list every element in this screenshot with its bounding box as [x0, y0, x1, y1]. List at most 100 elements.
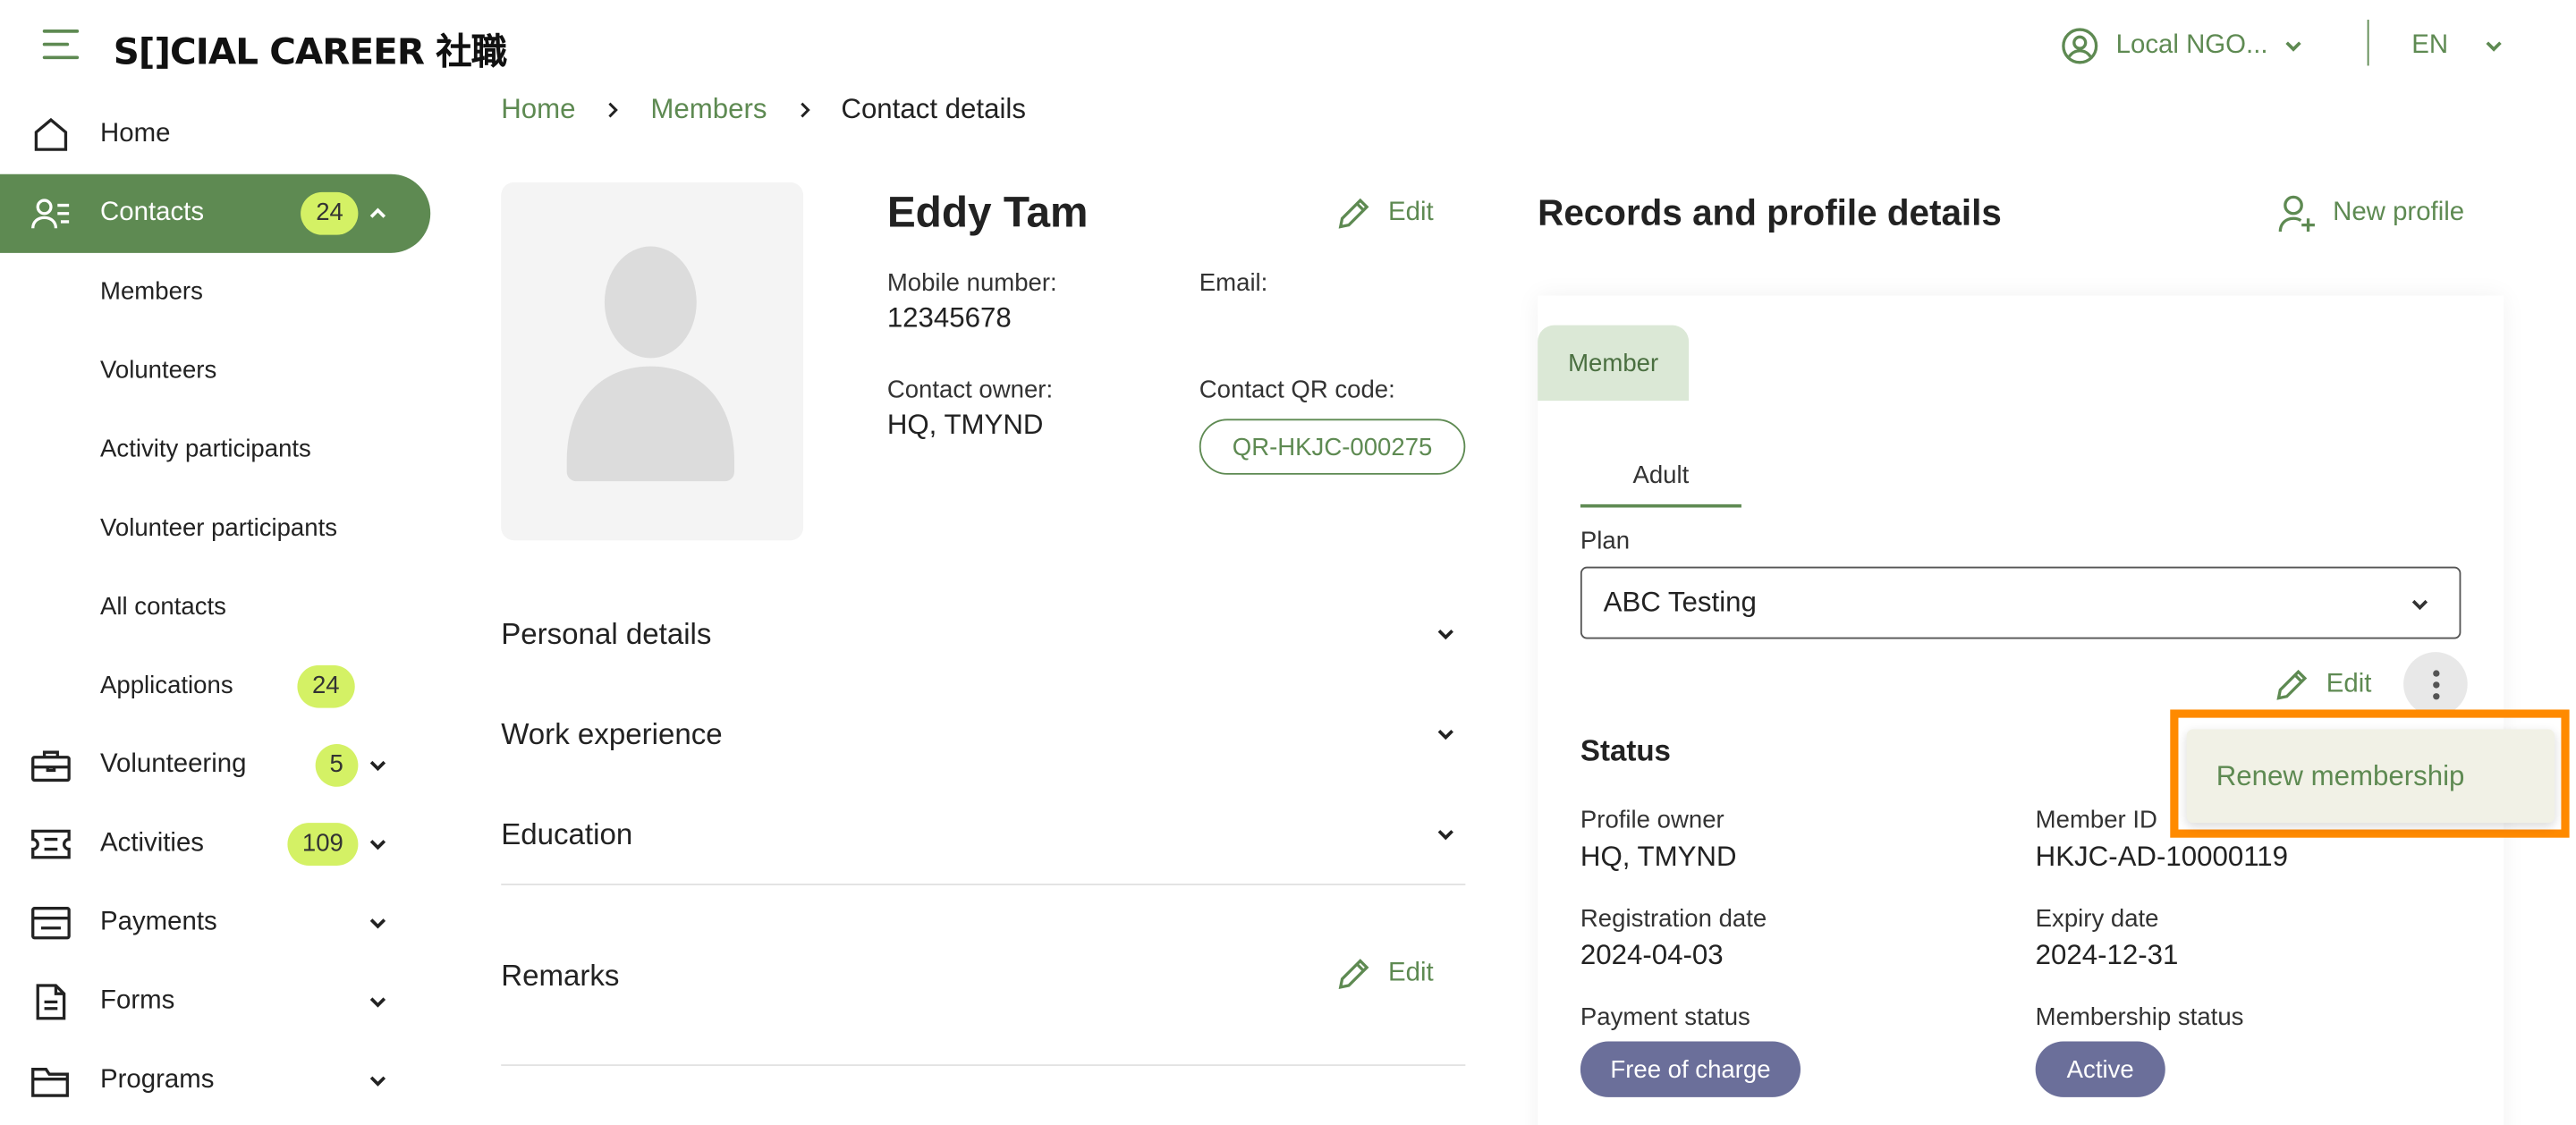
registration-date-label: Registration date — [1580, 905, 1767, 934]
qr-code-label: Contact QR code: — [1199, 376, 1395, 404]
section-title: Personal details — [501, 616, 712, 650]
account-circle-icon — [2062, 28, 2098, 64]
divider — [501, 1064, 1466, 1067]
registration-date-value: 2024-04-03 — [1580, 939, 1724, 971]
sidebar-item-label: Volunteering — [100, 750, 247, 779]
kebab-icon[interactable] — [2403, 652, 2468, 716]
tab-member[interactable]: Member — [1538, 325, 1690, 402]
payment-status-badge: Free of charge — [1580, 1041, 1801, 1097]
menu-item-renew-membership[interactable]: Renew membership — [2186, 729, 2555, 824]
edit-label: Edit — [1388, 959, 1434, 987]
chevron-down-icon — [369, 760, 386, 772]
applications-count-badge: 24 — [297, 664, 355, 708]
chevron-right-icon — [801, 102, 810, 118]
profile-owner-label: Profile owner — [1580, 806, 1724, 835]
edit-contact-button[interactable]: Edit — [1335, 196, 1434, 232]
section-title: Work experience — [501, 716, 723, 750]
mobile-label: Mobile number: — [886, 269, 1057, 298]
contact-owner-label: Contact owner: — [886, 376, 1054, 404]
chevron-down-icon — [2411, 599, 2428, 611]
section-work-experience[interactable]: Work experience — [501, 715, 1465, 754]
member-id-value: HKJC-AD-10000119 — [2035, 841, 2289, 873]
sidebar-item-activities[interactable]: Activities 109 — [0, 805, 430, 884]
language-label: EN — [2411, 30, 2449, 60]
expiry-date-label: Expiry date — [2035, 905, 2159, 934]
sidebar-item-label: Home — [100, 120, 171, 148]
plan-value: ABC Testing — [1603, 586, 1757, 618]
new-profile-label: New profile — [2333, 199, 2465, 227]
language-selector[interactable]: EN — [2411, 23, 2504, 69]
email-label: Email: — [1199, 269, 1268, 298]
user-placeholder-icon — [566, 246, 735, 482]
sidebar-item-programs[interactable]: Programs — [0, 1041, 430, 1120]
membership-status-badge: Active — [2035, 1041, 2165, 1097]
sidebar-subitem-activity-participants[interactable]: Activity participants — [100, 430, 311, 469]
volunteering-count-badge: 5 — [315, 744, 359, 787]
plan-select[interactable]: ABC Testing — [1580, 566, 2462, 639]
document-icon — [36, 984, 66, 1020]
contact-owner-value: HQ, TMYND — [886, 409, 1044, 441]
chevron-down-icon — [1437, 629, 1453, 640]
chevron-up-icon — [369, 207, 386, 218]
chevron-down-icon — [1437, 730, 1453, 740]
expiry-date-value: 2024-12-31 — [2035, 939, 2179, 971]
breadcrumb-current: Contact details — [841, 93, 1026, 125]
sidebar-item-label: Programs — [100, 1066, 215, 1095]
mobile-value: 12345678 — [886, 301, 1012, 334]
edit-remarks-button[interactable]: Edit — [1335, 956, 1434, 992]
edit-label: Edit — [1388, 199, 1434, 227]
breadcrumb-home[interactable]: Home — [501, 92, 575, 128]
chevron-down-icon — [369, 918, 386, 929]
sidebar-item-label: Contacts — [100, 199, 205, 227]
menu-icon[interactable] — [42, 30, 80, 63]
section-personal-details[interactable]: Personal details — [501, 614, 1465, 654]
wallet-icon — [31, 907, 71, 940]
status-heading: Status — [1580, 734, 1671, 767]
chevron-down-icon — [2286, 41, 2302, 52]
chevron-down-icon — [369, 840, 386, 850]
chevron-down-icon — [1437, 830, 1453, 841]
user-plus-icon — [2278, 195, 2315, 233]
sidebar-subitem-all-contacts[interactable]: All contacts — [100, 588, 226, 628]
avatar — [501, 182, 804, 541]
sidebar-item-contacts[interactable]: Contacts 24 — [0, 173, 431, 253]
pencil-icon — [2276, 669, 2308, 700]
pencil-icon — [1338, 959, 1369, 989]
sidebar-subitem-applications[interactable]: Applications — [100, 667, 233, 706]
section-remarks: Remarks — [501, 956, 1465, 995]
app-logo: S[]CIAL CAREER 社職 — [113, 32, 507, 74]
sidebar-item-payments[interactable]: Payments — [0, 884, 430, 962]
ticket-icon — [31, 829, 71, 859]
sidebar-item-label: Forms — [100, 986, 175, 1016]
activities-count-badge: 109 — [287, 823, 359, 866]
edit-label: Edit — [2326, 670, 2372, 698]
chevron-down-icon — [369, 997, 386, 1008]
breadcrumb-members[interactable]: Members — [650, 92, 767, 128]
qr-code-chip[interactable]: QR-HKJC-000275 — [1199, 419, 1466, 475]
sidebar-item-label: Activities — [100, 829, 204, 858]
contacts-count-badge: 24 — [301, 191, 359, 235]
pencil-icon — [1338, 198, 1369, 229]
sidebar-subitem-volunteers[interactable]: Volunteers — [100, 351, 216, 391]
sidebar-subitem-volunteer-participants[interactable]: Volunteer participants — [100, 509, 337, 548]
plan-label: Plan — [1580, 527, 1631, 555]
records-title: Records and profile details — [1538, 191, 2002, 233]
new-profile-button[interactable]: New profile — [2277, 192, 2464, 235]
membership-status-label: Membership status — [2035, 1003, 2244, 1032]
section-title: Education — [501, 816, 633, 850]
org-selector[interactable]: Local NGO... — [2060, 23, 2304, 69]
chevron-down-icon — [2486, 41, 2503, 52]
section-education[interactable]: Education — [501, 815, 1465, 854]
sidebar-subitem-members[interactable]: Members — [100, 273, 203, 312]
sidebar-item-forms[interactable]: Forms — [0, 962, 430, 1041]
sidebar-item-label: Payments — [100, 908, 217, 936]
tab-adult[interactable]: Adult — [1580, 457, 1741, 508]
sidebar-item-volunteering[interactable]: Volunteering 5 — [0, 726, 430, 805]
sidebar-item-home[interactable]: Home — [0, 96, 430, 174]
profile-owner-value: HQ, TMYND — [1580, 841, 1737, 873]
divider — [501, 884, 1466, 885]
edit-record-button[interactable]: Edit — [2274, 667, 2371, 703]
org-selector-label: Local NGO... — [2115, 30, 2268, 60]
header-divider — [2367, 20, 2369, 66]
chevron-down-icon — [369, 1076, 386, 1087]
